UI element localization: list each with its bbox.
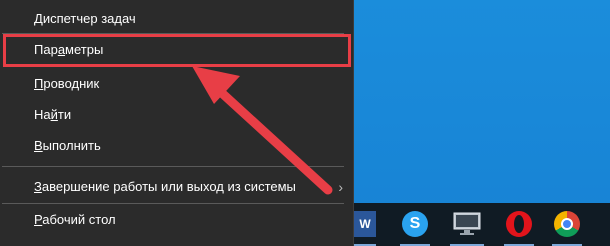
menu-item-label: ти: [57, 107, 72, 122]
menu-item-label: абочий стол: [42, 212, 116, 227]
menu-item-accelerator: Р: [34, 212, 43, 227]
menu-item-label: ыполнить: [42, 138, 101, 153]
menu-item-accelerator: Д: [34, 11, 43, 26]
skype-icon-letter: S: [409, 215, 421, 232]
menu-item-label: авершение работы или выход из системы: [41, 179, 296, 194]
menu-item-task-manager[interactable]: Диспетчер задач: [0, 4, 353, 34]
menu-item-accelerator: П: [34, 76, 44, 91]
menu-item-label: На: [34, 107, 51, 122]
menu-item-accelerator: й: [50, 107, 58, 122]
menu-item-shutdown-signout[interactable]: Завершение работы или выход из системы ›: [0, 172, 353, 202]
skype-icon[interactable]: S: [402, 211, 428, 237]
word-icon-letter: W: [359, 217, 371, 231]
separator: [2, 166, 344, 167]
taskbar: W S: [354, 203, 610, 246]
opera-icon[interactable]: [506, 211, 532, 237]
menu-item-label: роводник: [43, 76, 100, 91]
word-icon[interactable]: W: [354, 211, 376, 237]
highlight-box: [3, 34, 351, 67]
menu-item-search[interactable]: Найти: [0, 100, 353, 130]
menu-item-run[interactable]: Выполнить: [0, 131, 353, 161]
monitor-icon[interactable]: [452, 211, 482, 237]
menu-item-explorer[interactable]: Проводник: [0, 69, 353, 99]
separator: [2, 203, 344, 204]
chrome-icon[interactable]: [554, 211, 580, 237]
menu-item-accelerator: З: [34, 179, 42, 194]
menu-item-label: испетчер задач: [42, 11, 136, 26]
menu-item-desktop[interactable]: Рабочий стол: [0, 205, 353, 235]
chevron-right-icon: ›: [338, 179, 343, 195]
menu-item-accelerator: В: [34, 138, 43, 153]
